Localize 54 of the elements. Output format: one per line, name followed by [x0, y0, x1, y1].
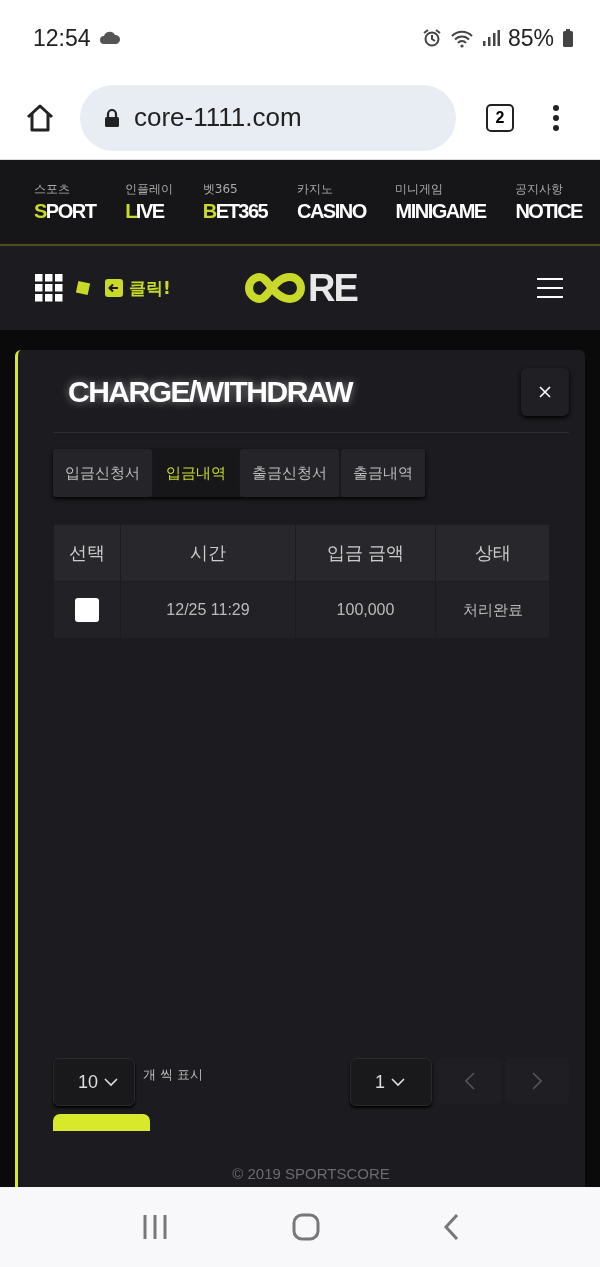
- nav-link[interactable]: SPORT: [34, 200, 96, 223]
- home-button-icon[interactable]: [292, 1213, 320, 1241]
- battery-icon: [562, 28, 574, 48]
- column-header: 시간: [121, 525, 295, 581]
- table-cell: 12/25 11:29: [121, 582, 295, 638]
- copyright-text: © 2019 SPORTSCORE: [231, 1165, 391, 1184]
- alarm-icon: [421, 28, 442, 48]
- table-cell: 처리완료: [436, 582, 549, 638]
- tab[interactable]: 입금신청서: [53, 449, 152, 497]
- page-size-label: 개 씩 표시: [143, 1066, 204, 1084]
- chevron-down-icon: [104, 1077, 119, 1087]
- recent-apps-icon[interactable]: [141, 1214, 170, 1240]
- nav-sublabel[interactable]: 스포츠: [34, 181, 96, 198]
- nav-link[interactable]: LIVE: [125, 200, 174, 223]
- column-header: 상태: [436, 525, 549, 581]
- page-size-select[interactable]: 10: [53, 1058, 135, 1106]
- tab[interactable]: 출금신청서: [240, 449, 339, 497]
- signal-icon: [481, 29, 500, 47]
- nav-sublabel[interactable]: 인플레이: [125, 181, 174, 198]
- table-cell: 100,000: [296, 582, 435, 638]
- tab[interactable]: 출금내역: [341, 449, 425, 497]
- back-icon[interactable]: [442, 1214, 459, 1240]
- chevron-right-icon: [532, 1072, 542, 1090]
- logo-text: RE: [308, 266, 357, 310]
- column-header: 입금 금액: [296, 525, 435, 581]
- tab[interactable]: 입금내역: [154, 449, 238, 497]
- nav-link[interactable]: NOTICE: [515, 200, 582, 223]
- nav-link[interactable]: CASINO: [296, 200, 366, 223]
- battery-percent: 85%: [507, 24, 554, 52]
- tab-count-button[interactable]: 2: [486, 103, 514, 132]
- nav-sublabel[interactable]: 공지사항: [515, 181, 582, 198]
- menu-icon[interactable]: [536, 277, 564, 299]
- column-header: 선택: [54, 525, 120, 581]
- chevron-left-icon: [465, 1072, 475, 1090]
- url-text: core-1111.com: [134, 102, 302, 133]
- wifi-icon: [449, 28, 474, 48]
- lock-icon: [104, 107, 120, 128]
- close-icon: [539, 386, 551, 398]
- click-link[interactable]: 클릭!: [105, 276, 171, 300]
- chevron-down-icon: [391, 1077, 405, 1087]
- nav-link[interactable]: MINIGAME: [395, 200, 486, 223]
- nav-sublabel[interactable]: 벳365: [202, 181, 268, 198]
- grid-menu-icon[interactable]: [35, 274, 63, 302]
- checkbox[interactable]: [75, 598, 99, 622]
- modal-title: CHARGE/WITHDRAW: [68, 375, 353, 409]
- address-bar[interactable]: core-1111.com: [80, 84, 456, 151]
- nav-link[interactable]: BET365: [202, 200, 268, 223]
- clock-time: 12:54: [33, 24, 91, 52]
- more-menu-icon[interactable]: [552, 103, 560, 132]
- nav-sublabel[interactable]: 미니게임: [395, 181, 486, 198]
- close-button[interactable]: [521, 368, 569, 416]
- nav-sublabel[interactable]: 카지노: [296, 181, 366, 198]
- page-select[interactable]: 1: [350, 1058, 432, 1106]
- cloud-icon: [98, 31, 121, 45]
